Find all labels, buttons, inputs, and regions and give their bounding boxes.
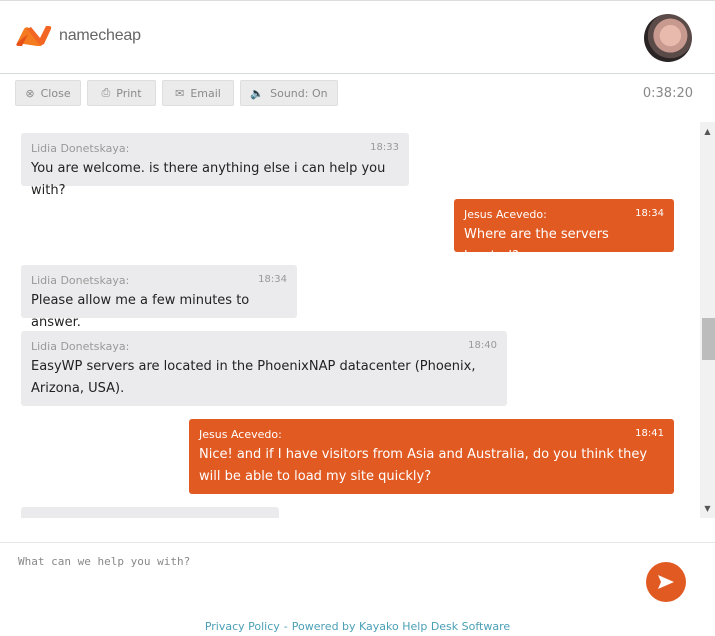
- print-label: Print: [116, 86, 142, 100]
- message-text: Where are the servers located?: [464, 227, 609, 264]
- close-button[interactable]: ⊗ Close: [15, 80, 81, 106]
- message-author: Jesus Acevedo:: [199, 428, 282, 441]
- message-time: 18:40: [468, 340, 497, 351]
- chat-message: Lidia Donetskaya: 18:40 EasyWP servers a…: [21, 331, 507, 406]
- email-button[interactable]: ✉ Email: [162, 80, 234, 106]
- sound-label: Sound: On: [270, 86, 328, 100]
- chat-scrollbar[interactable]: ▲ ▼: [700, 122, 715, 518]
- message-time: 18:34: [258, 274, 287, 285]
- message-text: Please allow me a few minutes to answer.: [31, 293, 250, 330]
- toolbar: ⊗ Close ⎙ Print ✉ Email 🔈 Sound: On 0:38…: [0, 74, 715, 114]
- chat-timer: 0:38:20: [642, 86, 693, 101]
- footer: Privacy Policy - Powered by Kayako Help De…: [0, 620, 715, 633]
- composer: [0, 542, 715, 602]
- chat-message: Lidia Donetskaya: 18:33 You are welcome.…: [21, 133, 409, 198]
- printer-icon: ⎙: [101, 86, 111, 99]
- message-author: Lidia Donetskaya:: [31, 340, 130, 353]
- send-button[interactable]: [646, 562, 686, 602]
- footer-separator: -: [283, 620, 288, 633]
- message-author: Lidia Donetskaya:: [31, 142, 130, 155]
- scrollbar-thumb[interactable]: [702, 318, 715, 360]
- avatar: [644, 14, 692, 62]
- message-author: Jesus Acevedo:: [464, 208, 547, 221]
- message-time: 18:33: [370, 142, 399, 153]
- message-time: 18:34: [635, 208, 664, 219]
- powered-by-link[interactable]: Powered by Kayako Help Desk Software: [292, 620, 510, 633]
- namecheap-logo[interactable]: namecheap: [15, 25, 141, 47]
- chat-message: Jesus Acevedo: 18:41 Nice! and if I have…: [189, 419, 674, 494]
- chat-message: Lidia Donetskaya: 18:34 Please allow me …: [21, 265, 297, 330]
- message-time: 18:41: [635, 428, 664, 439]
- namecheap-logo-icon: [16, 26, 52, 46]
- message-input[interactable]: [18, 555, 618, 595]
- message-text: EasyWP servers are located in the Phoeni…: [31, 359, 476, 396]
- email-label: Email: [190, 86, 221, 100]
- print-button[interactable]: ⎙ Print: [87, 80, 156, 106]
- chat-transcript: Lidia Donetskaya: 18:33 You are welcome.…: [0, 122, 715, 518]
- speaker-icon: 🔈: [250, 86, 265, 100]
- message-author: Lidia Donetskaya:: [31, 274, 130, 287]
- message-text: Nice! and if I have visitors from Asia a…: [199, 447, 648, 484]
- send-arrow-icon: [658, 575, 674, 589]
- scroll-up-arrow-icon[interactable]: ▲: [700, 124, 715, 139]
- message-text: You are welcome. is there anything else …: [31, 161, 386, 198]
- close-circle-icon: ⊗: [25, 86, 35, 100]
- scroll-down-arrow-icon[interactable]: ▼: [700, 501, 715, 516]
- privacy-policy-link[interactable]: Privacy Policy: [205, 620, 280, 633]
- chat-message-partial: [21, 507, 279, 518]
- envelope-icon: ✉: [175, 86, 185, 100]
- chat-message: Jesus Acevedo: 18:34 Where are the serve…: [454, 199, 674, 264]
- header: namecheap: [0, 0, 715, 74]
- sound-toggle-button[interactable]: 🔈 Sound: On: [240, 80, 338, 106]
- brand-name: namecheap: [59, 27, 141, 44]
- close-label: Close: [40, 86, 71, 100]
